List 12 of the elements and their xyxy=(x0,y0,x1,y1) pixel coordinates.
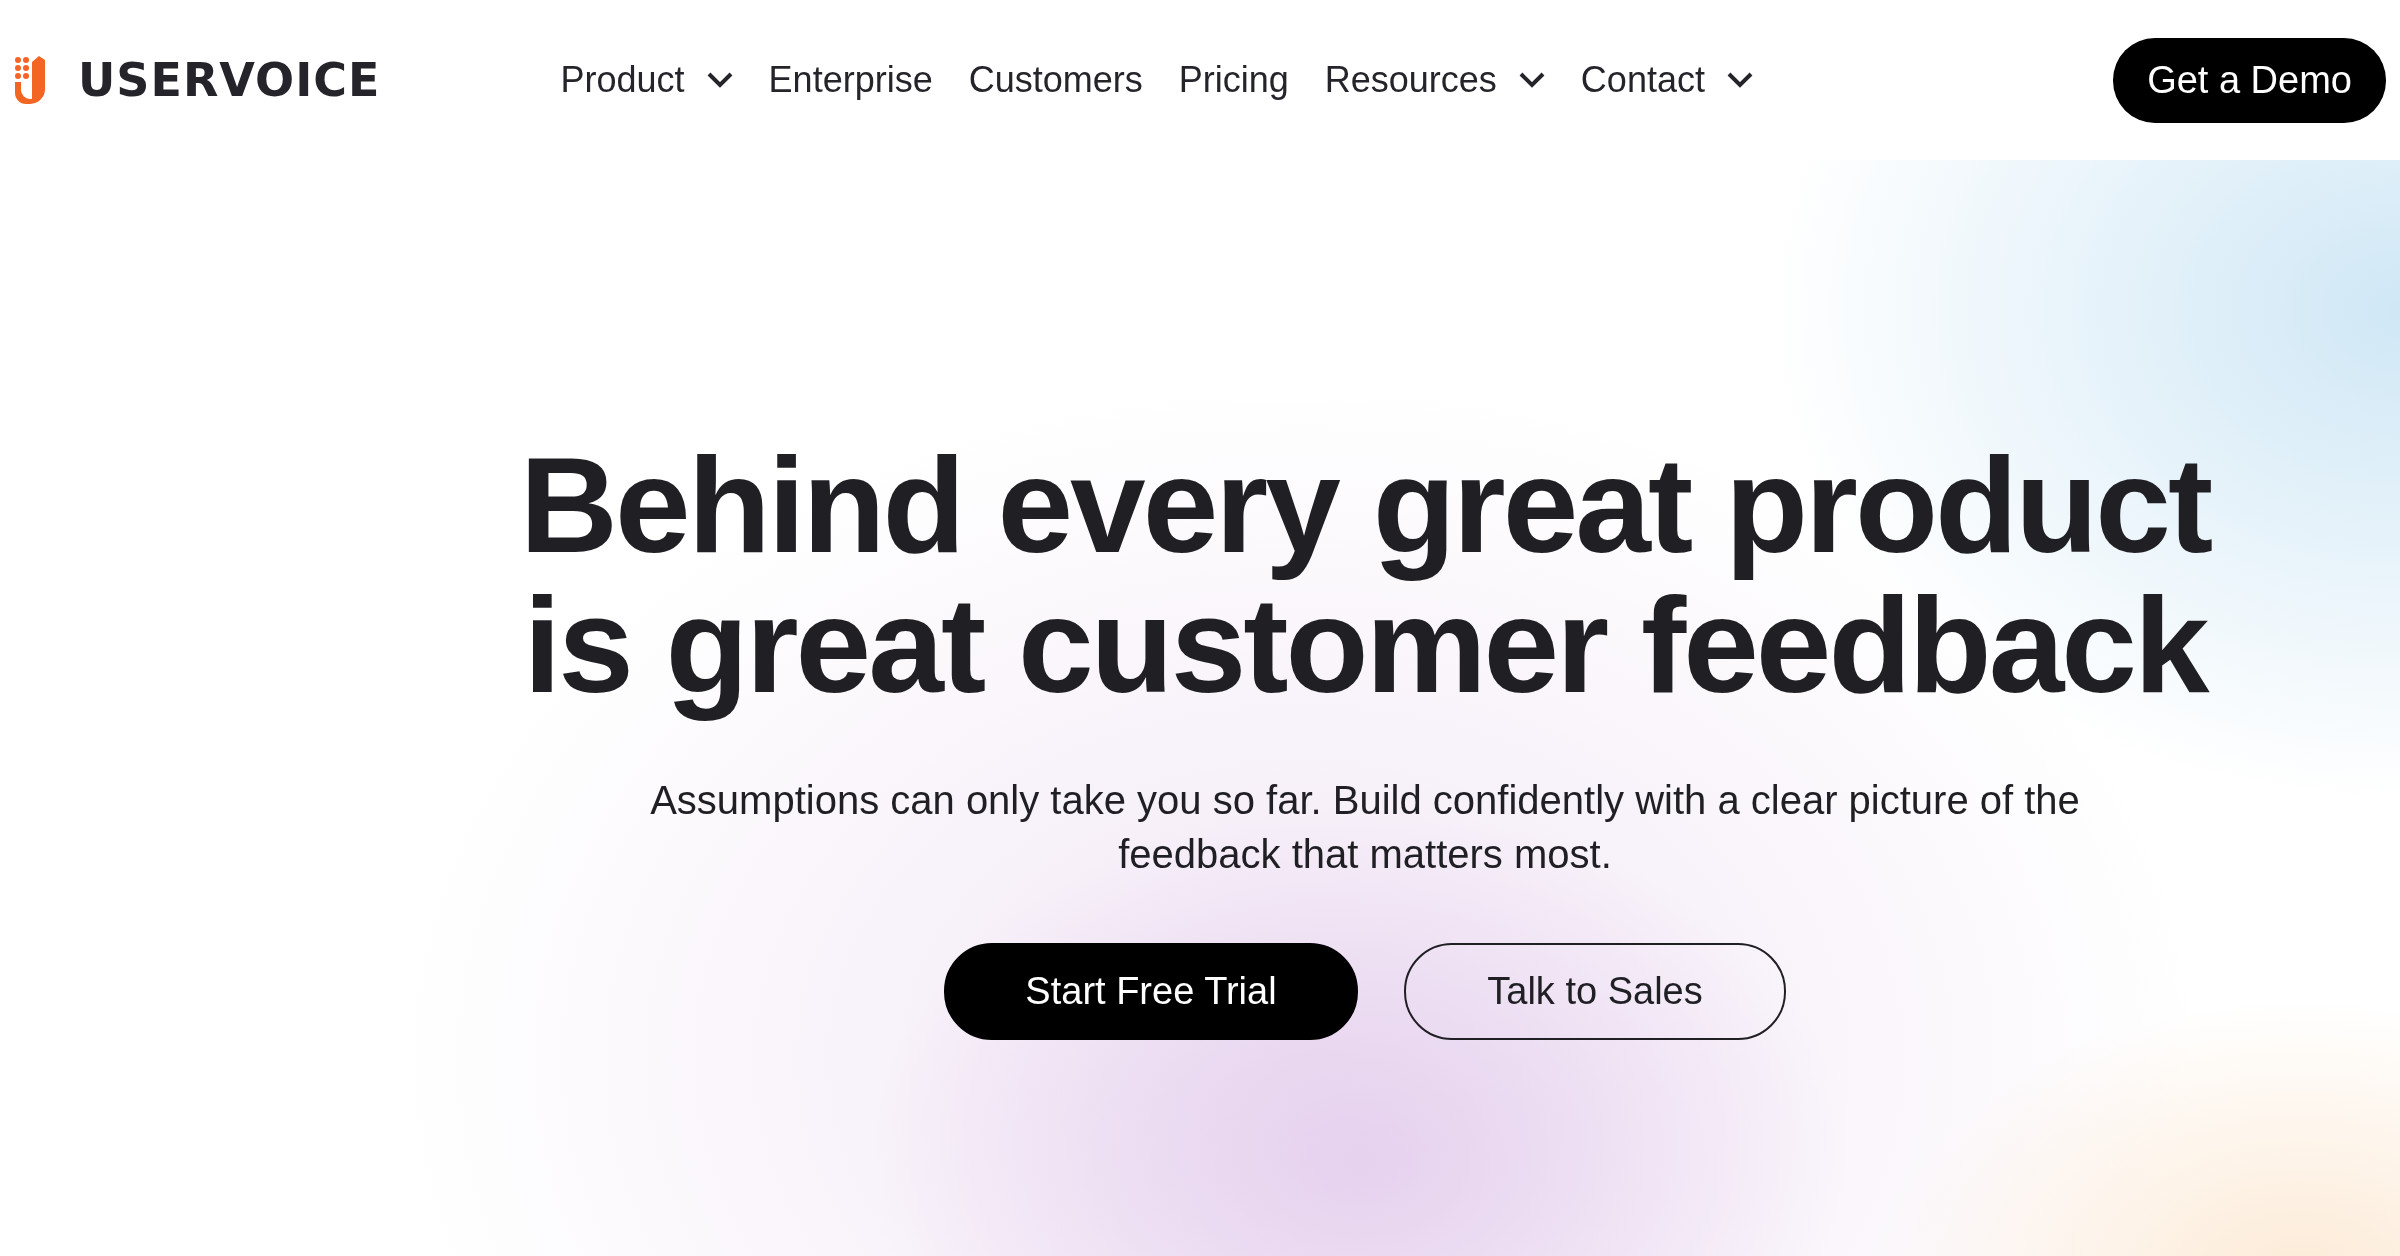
talk-to-sales-button[interactable]: Talk to Sales xyxy=(1404,943,1786,1040)
nav-link[interactable]: Resources xyxy=(1324,53,1545,107)
hero-subtitle: Assumptions can only take you so far. Build confidently with a clear picture of the feedback that matters most. xyxy=(649,777,2081,878)
nav-link[interactable]: Contact xyxy=(1580,53,1753,107)
nav-link[interactable]: Customers xyxy=(968,53,1143,107)
nav-link[interactable]: Product xyxy=(560,53,733,107)
get-demo-button[interactable]: Get a Demo xyxy=(2113,37,2386,123)
start-trial-button[interactable]: Start Free Trial xyxy=(944,943,1358,1040)
hero-headline: Behind every great product is great customer feedback xyxy=(518,435,2212,723)
logo-wordmark[interactable]: USERVOICE xyxy=(78,57,381,103)
nav-link[interactable]: Enterprise xyxy=(768,53,933,107)
nav-link[interactable]: Pricing xyxy=(1178,53,1289,107)
